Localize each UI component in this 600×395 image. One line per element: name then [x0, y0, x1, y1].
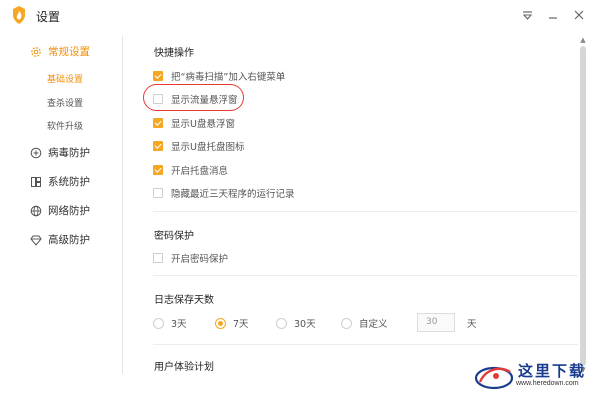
grid-icon [30, 176, 42, 188]
section-title-quick-ops: 快捷操作 [154, 48, 194, 59]
radio-label: 3天 [171, 319, 187, 330]
section-title-log-days: 日志保存天数 [154, 295, 214, 306]
sidebar-subitem-basic[interactable]: 基础设置 [47, 72, 83, 85]
radio-custom[interactable]: 自定义 [341, 316, 388, 330]
scroll-thumb[interactable] [580, 46, 586, 366]
radio-button-selected[interactable] [215, 317, 226, 329]
sidebar-subitem-update[interactable]: 软件升级 [47, 119, 83, 132]
checkbox-checked[interactable] [153, 118, 163, 128]
radio-button[interactable] [276, 317, 287, 329]
sidebar-item-label: 系统防护 [48, 176, 90, 188]
log-days-radio-group: 3天 7天 30天 自定义 30 天 [153, 313, 578, 332]
option-usb-tray-icon[interactable]: 显示U盘托盘图标 [153, 139, 244, 153]
sidebar-item-label: 常规设置 [48, 46, 90, 58]
checkbox-unchecked[interactable] [153, 253, 163, 263]
settings-panel: 快捷操作 把“病毒扫描”加入右键菜单 显示流量悬浮窗 显示U盘悬浮窗 显示U盘托… [123, 30, 578, 375]
radio-label: 30天 [294, 319, 316, 330]
shield-flame-logo-icon [13, 6, 25, 24]
watermark: 这里下载 www.heredown.com [470, 358, 598, 394]
sidebar-item-label: 网络防护 [48, 205, 90, 217]
gear-icon [30, 46, 42, 58]
radio-30-days[interactable]: 30天 [276, 316, 316, 330]
watermark-url: www.heredown.com [516, 380, 579, 387]
plus-circle-icon [30, 147, 42, 159]
checkbox-checked[interactable] [153, 141, 163, 151]
close-icon[interactable] [570, 6, 588, 24]
section-divider [153, 344, 578, 345]
radio-label: 7天 [233, 319, 249, 330]
section-divider [153, 211, 578, 212]
days-unit-label: 天 [467, 319, 477, 330]
option-context-menu[interactable]: 把“病毒扫描”加入右键菜单 [153, 69, 285, 83]
checkbox-unchecked[interactable] [153, 188, 163, 198]
option-traffic-float[interactable]: 显示流量悬浮窗 [153, 92, 238, 106]
sidebar-item-general[interactable]: 常规设置 [30, 44, 90, 59]
option-label: 显示U盘托盘图标 [171, 142, 245, 153]
menu-dropdown-icon[interactable] [518, 6, 536, 24]
globe-icon [30, 205, 42, 217]
minimize-icon[interactable] [544, 6, 562, 24]
option-label: 开启托盘消息 [171, 166, 229, 177]
option-hide-recent-runs[interactable]: 隐藏最近三天程序的运行记录 [153, 186, 295, 200]
option-label: 显示U盘悬浮窗 [171, 119, 235, 130]
checkbox-checked[interactable] [153, 165, 163, 175]
sidebar-item-virus[interactable]: 病毒防护 [30, 145, 90, 160]
sidebar-subitem-scan[interactable]: 查杀设置 [47, 96, 83, 109]
radio-label: 自定义 [359, 319, 388, 330]
option-label: 隐藏最近三天程序的运行记录 [171, 189, 295, 200]
checkbox-checked[interactable] [153, 71, 163, 81]
scrollbar[interactable]: ▲ ▼ [579, 36, 587, 374]
sidebar-item-label: 高级防护 [48, 234, 90, 246]
radio-3-days[interactable]: 3天 [153, 316, 187, 330]
diamond-icon [30, 234, 42, 246]
option-tray-message[interactable]: 开启托盘消息 [153, 163, 228, 177]
option-label: 显示流量悬浮窗 [171, 95, 238, 106]
window-title: 设置 [36, 10, 61, 24]
scroll-up-arrow-icon[interactable]: ▲ [579, 36, 587, 44]
option-password-protect[interactable]: 开启密码保护 [153, 251, 228, 265]
radio-7-days[interactable]: 7天 [215, 316, 249, 330]
option-usb-float[interactable]: 显示U盘悬浮窗 [153, 116, 235, 130]
custom-days-input[interactable]: 30 [417, 313, 455, 332]
sidebar-item-label: 病毒防护 [48, 147, 90, 159]
section-title-ux-plan: 用户体验计划 [154, 362, 214, 373]
sidebar-item-advanced[interactable]: 高级防护 [30, 232, 90, 247]
title-bar: 设置 [0, 0, 600, 30]
sidebar-item-system[interactable]: 系统防护 [30, 174, 90, 189]
sidebar: 常规设置 基础设置 查杀设置 软件升级 病毒防护 系统防护 网络防护 高级防护 [0, 30, 122, 375]
radio-button[interactable] [153, 317, 164, 329]
radio-button[interactable] [341, 317, 352, 329]
option-label: 开启密码保护 [171, 254, 229, 265]
section-divider [153, 275, 578, 276]
sidebar-item-network[interactable]: 网络防护 [30, 203, 90, 218]
section-title-password: 密码保护 [154, 231, 194, 242]
checkbox-unchecked[interactable] [153, 94, 163, 104]
watermark-logo-icon [474, 366, 514, 390]
watermark-text: 这里下载 [518, 362, 587, 380]
option-label: 把“病毒扫描”加入右键菜单 [171, 72, 286, 83]
